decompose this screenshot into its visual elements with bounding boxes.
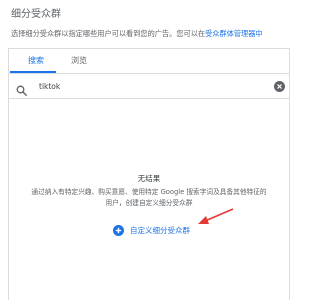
no-results-hint: 通过纳入有特定兴趣、购买意愿、使用特定 Google 搜索字词及具备其他特征的用… <box>31 188 267 207</box>
description-text: 选择细分受众群以指定哪些用户可以看到您的广告。您可以在 <box>11 29 206 38</box>
no-results-title: 无结果 <box>137 174 161 183</box>
audience-panel: 搜索 浏览 无结果 通过纳入有特定兴趣、购买意愿、使用特定 Google 搜索字… <box>8 48 290 300</box>
close-icon <box>277 84 282 89</box>
audience-manager-link[interactable]: 受众群体管理器中 <box>205 29 263 38</box>
plus-icon <box>113 224 124 236</box>
clear-search-button[interactable] <box>274 81 285 92</box>
tab-browse[interactable]: 浏览 <box>64 49 94 73</box>
section-description: 选择细分受众群以指定哪些用户可以看到您的广告。您可以在受众群体管理器中 <box>11 29 301 39</box>
search-icon <box>16 81 27 96</box>
tab-search[interactable]: 搜索 <box>21 49 51 73</box>
create-custom-segment-button[interactable]: 自定义细分受众群 <box>113 223 190 237</box>
search-row <box>9 74 289 99</box>
search-input[interactable] <box>39 78 239 95</box>
tab-bar: 搜索 浏览 <box>9 49 289 73</box>
create-custom-segment-label: 自定义细分受众群 <box>130 225 190 235</box>
section-title: 细分受众群 <box>11 9 61 20</box>
